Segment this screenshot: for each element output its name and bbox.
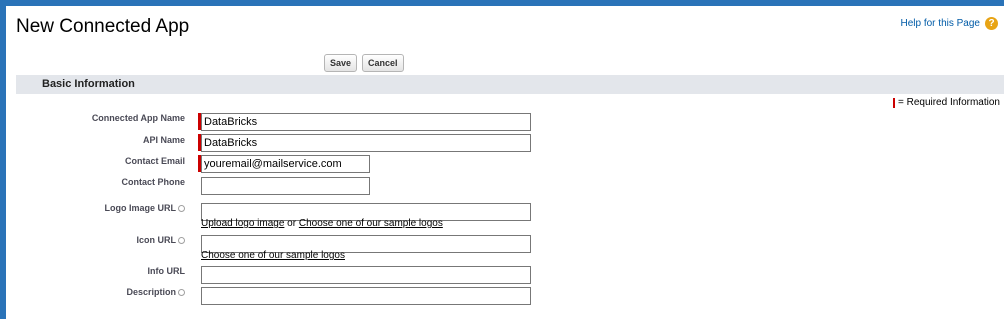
info-icon[interactable]: [178, 205, 185, 213]
app-name-label: Connected App Name: [91, 113, 185, 123]
api-name-input[interactable]: [201, 134, 531, 152]
api-name-label: API Name: [142, 135, 185, 145]
info-icon[interactable]: [178, 237, 185, 245]
save-button[interactable]: Save: [324, 54, 358, 72]
info-url-input[interactable]: [201, 266, 531, 284]
upload-logo-link[interactable]: Upload logo image: [201, 218, 284, 229]
page-title: New Connected App: [16, 16, 190, 37]
contact-email-label: Contact Email: [124, 156, 185, 166]
description-label: Description: [126, 287, 185, 297]
question-circle-icon[interactable]: ?: [985, 17, 998, 30]
section-title: Basic Information: [42, 78, 135, 90]
contact-phone-input[interactable]: [201, 177, 370, 195]
or-text: or: [287, 218, 297, 229]
description-input[interactable]: [201, 287, 531, 305]
contact-email-input[interactable]: [201, 155, 370, 173]
required-marker-icon: [892, 97, 895, 108]
button-bar: Save Cancel: [324, 54, 404, 72]
section-header: Basic Information: [16, 75, 1004, 94]
logo-url-label: Logo Image URL: [104, 203, 185, 213]
cancel-button[interactable]: Cancel: [362, 54, 404, 72]
left-border: [0, 0, 6, 319]
app-name-input[interactable]: [201, 113, 531, 131]
help-area: Help for this Page ?: [901, 17, 998, 30]
icon-url-label: Icon URL: [136, 235, 185, 245]
contact-phone-label: Contact Phone: [121, 177, 185, 187]
help-link[interactable]: Help for this Page: [901, 18, 981, 29]
info-icon[interactable]: [178, 289, 185, 297]
info-url-label: Info URL: [147, 266, 186, 276]
icon-sample-logos-link[interactable]: Choose one of our sample logos: [201, 250, 345, 261]
required-legend: = Required Information: [892, 97, 1000, 108]
icon-url-label-text: Icon URL: [136, 235, 177, 245]
icon-helper: Choose one of our sample logos: [201, 250, 345, 261]
logo-helper: Upload logo image or Choose one of our s…: [201, 218, 443, 229]
sample-logos-link[interactable]: Choose one of our sample logos: [299, 218, 443, 229]
header-band: [0, 0, 1004, 6]
logo-url-label-text: Logo Image URL: [104, 203, 177, 213]
required-legend-text: = Required Information: [897, 97, 1000, 108]
description-label-text: Description: [126, 287, 176, 297]
